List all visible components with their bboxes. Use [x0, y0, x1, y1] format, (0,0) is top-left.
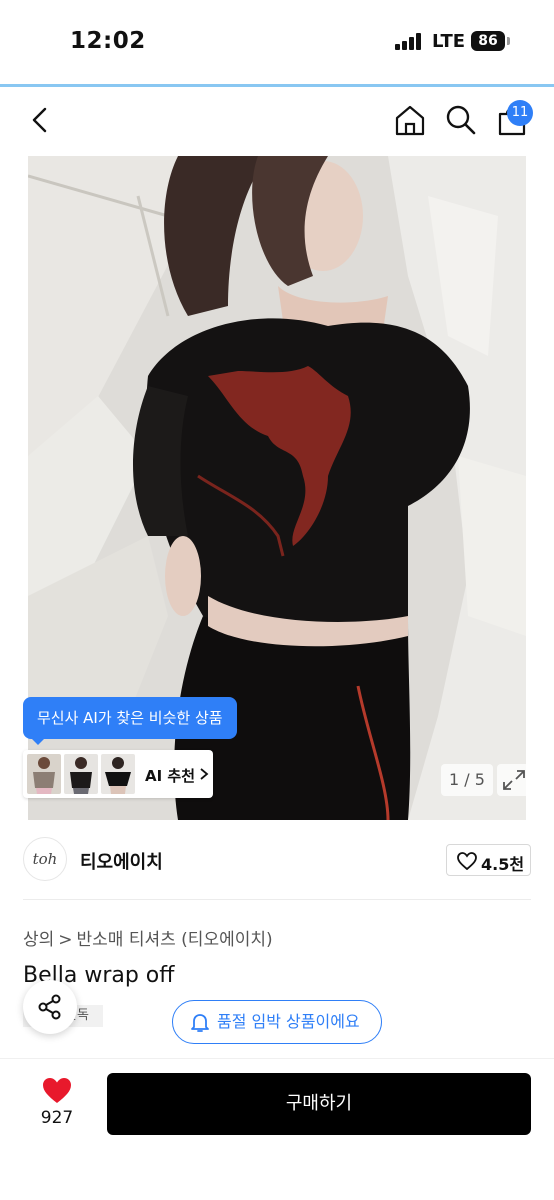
- brand-logo[interactable]: toh: [23, 837, 67, 881]
- signal-icon: [395, 33, 423, 50]
- nav-bar: [0, 87, 554, 155]
- ai-thumbnail: [101, 754, 135, 794]
- ai-recommend-button[interactable]: AI 추천: [23, 750, 213, 798]
- bell-icon: [191, 1014, 209, 1032]
- stock-notice-label: 품절 임박 상품이에요: [217, 1012, 360, 1031]
- home-icon[interactable]: [393, 103, 427, 137]
- brand-name[interactable]: 티오에이치: [80, 848, 163, 874]
- breadcrumb-category[interactable]: 상의: [23, 930, 54, 950]
- stock-notice-button[interactable]: 품절 임박 상품이에요: [172, 1000, 382, 1044]
- cart-badge: 11: [507, 100, 533, 126]
- heart-icon[interactable]: [42, 1077, 72, 1104]
- network-label: LTE: [432, 31, 466, 52]
- ai-tooltip-arrow: [30, 737, 46, 745]
- breadcrumb-separator: >: [58, 930, 73, 950]
- buy-button[interactable]: 구매하기: [107, 1073, 531, 1135]
- breadcrumb-subcategory[interactable]: 반소매 티셔츠 (티오에이치): [77, 930, 273, 950]
- brand-row: toh 티오에이치 4.5천: [0, 830, 554, 900]
- search-icon[interactable]: [444, 103, 478, 137]
- brand-like-button[interactable]: 4.5천: [446, 844, 531, 876]
- ai-thumbnail: [27, 754, 61, 794]
- share-icon: [38, 994, 61, 1020]
- status-time: 12:02: [70, 28, 146, 54]
- heart-count: 927: [40, 1108, 74, 1128]
- expand-button[interactable]: [497, 764, 531, 796]
- divider: [23, 899, 531, 900]
- heart-outline-icon: [457, 852, 477, 870]
- chevron-right-icon: [200, 768, 209, 780]
- ai-thumbnail: [64, 754, 98, 794]
- breadcrumb: 상의 > 반소매 티셔츠 (티오에이치): [23, 925, 273, 950]
- share-button[interactable]: [23, 980, 77, 1034]
- ai-recommend-label: AI 추천: [145, 767, 196, 785]
- expand-icon: [503, 770, 525, 790]
- brand-like-count: 4.5천: [481, 855, 525, 874]
- battery-icon: 86: [471, 31, 505, 51]
- status-bar: 12:02 LTE 86: [0, 0, 554, 84]
- battery-tip: [507, 37, 510, 45]
- back-icon[interactable]: [24, 103, 58, 137]
- image-counter: 1 / 5: [441, 764, 493, 796]
- ai-tooltip: 무신사 AI가 찾은 비슷한 상품: [23, 697, 237, 739]
